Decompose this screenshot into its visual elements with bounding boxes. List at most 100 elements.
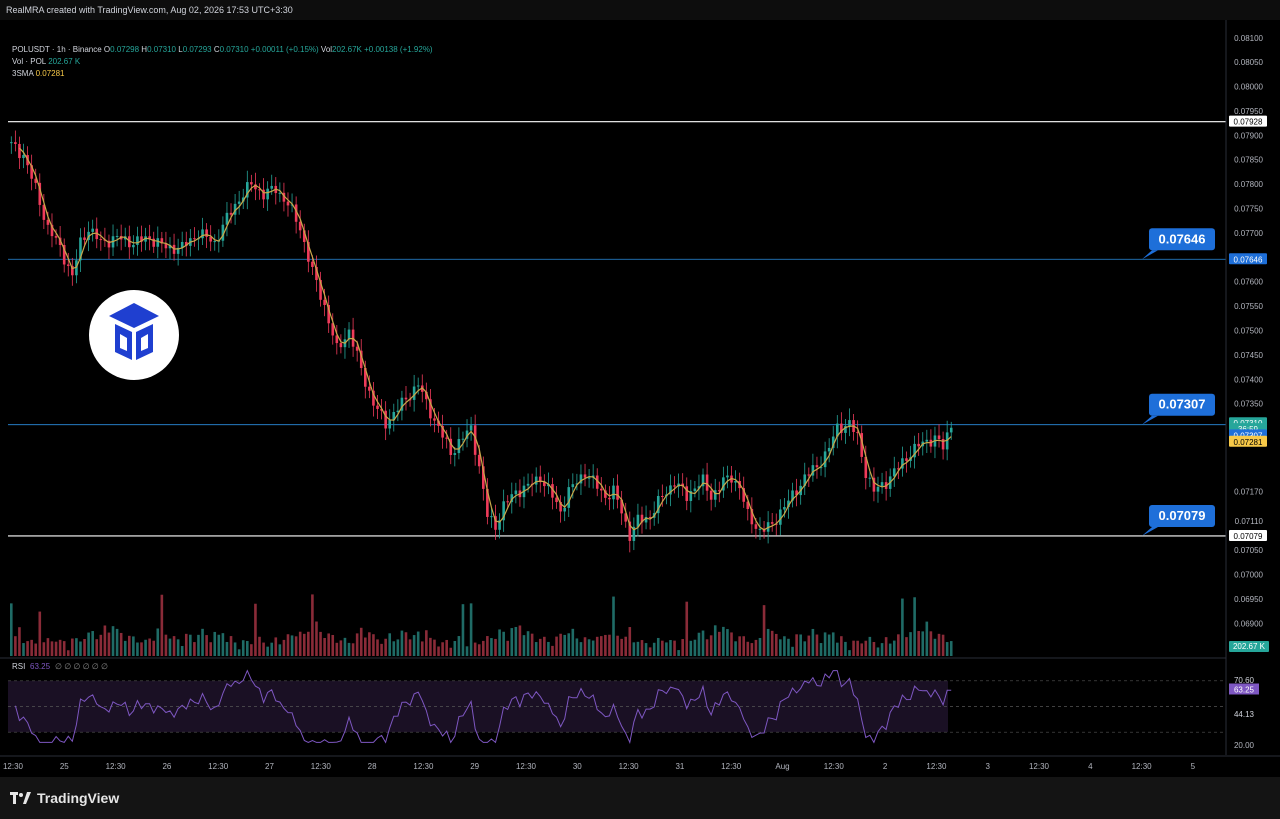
volume-bar xyxy=(534,642,538,656)
time-tick-label: 30 xyxy=(573,762,582,771)
volume-bar xyxy=(294,636,298,656)
volume-bar xyxy=(128,635,131,656)
candle-body xyxy=(376,405,379,409)
legend-vol-pol-label[interactable]: Vol · POL xyxy=(12,57,46,66)
candle-body xyxy=(807,474,811,476)
volume-bar xyxy=(136,642,139,656)
volume-bar xyxy=(278,644,282,656)
candle-body xyxy=(563,507,566,512)
volume-bar xyxy=(913,597,916,656)
time-tick-label: 29 xyxy=(470,762,479,771)
volume-bar xyxy=(233,642,237,656)
volume-bar xyxy=(738,636,741,656)
candle-body xyxy=(83,237,86,240)
volume-bar xyxy=(697,632,701,656)
volume-bar xyxy=(205,635,208,656)
candle-body xyxy=(600,488,603,491)
volume-bar xyxy=(526,631,530,656)
volume-bar xyxy=(551,645,554,656)
volume-bar xyxy=(656,637,660,656)
volume-bar xyxy=(315,621,318,656)
legend-sma-value: 0.07281 xyxy=(35,69,65,78)
volume-bar xyxy=(75,638,78,656)
volume-bar xyxy=(726,629,729,656)
time-tick-label: 5 xyxy=(1191,762,1196,771)
volume-bar xyxy=(50,641,54,656)
volume-bar xyxy=(266,646,269,656)
volume-bar xyxy=(453,641,457,656)
volume-bar xyxy=(880,643,884,656)
volume-bar xyxy=(469,603,473,656)
volume-bar xyxy=(937,633,941,656)
legend-symbol[interactable]: POLUSDT · 1h · Binance xyxy=(12,45,102,54)
volume-bar xyxy=(83,639,86,656)
volume-bar xyxy=(600,636,603,656)
volume-bar xyxy=(197,634,200,656)
chart-frame[interactable]: RSI 63.25 ∅ ∅ ∅ ∅ ∅ ∅ 0.08100 0.08050 0.0800… xyxy=(0,20,1280,777)
legend-open: 0.07298 xyxy=(110,45,140,54)
price-tick-label: 0.07400 xyxy=(1234,375,1263,384)
volume-bar xyxy=(685,601,689,656)
tradingview-logo[interactable]: TradingView xyxy=(10,790,119,806)
volume-bar xyxy=(445,639,448,656)
candle-body xyxy=(583,474,587,478)
time-tick-label: Aug xyxy=(775,762,789,771)
volume-bar xyxy=(26,641,29,656)
volume-bar xyxy=(302,633,306,656)
volume-bar xyxy=(579,642,583,656)
legend-ohlc-row: POLUSDT · 1h · Binance O0.07298 H0.07310… xyxy=(12,44,433,56)
volume-bar xyxy=(897,634,900,656)
volume-bar xyxy=(608,634,611,656)
candle-body xyxy=(54,236,58,238)
candle-body xyxy=(461,438,465,440)
volume-bar xyxy=(803,641,807,656)
time-tick-label: 27 xyxy=(265,762,274,771)
volume-bar xyxy=(156,628,160,656)
candle-body xyxy=(368,386,371,391)
price-tick-label: 0.07050 xyxy=(1234,546,1263,555)
volume-bar xyxy=(815,634,819,656)
volume-bar xyxy=(79,641,82,656)
volume-bar xyxy=(787,638,790,656)
volume-bar xyxy=(742,636,746,656)
candle-body xyxy=(286,201,290,206)
volume-bar xyxy=(624,636,628,656)
volume-bar xyxy=(14,636,17,656)
time-tick-label: 25 xyxy=(60,762,69,771)
volume-bar xyxy=(225,641,229,656)
volume-bar xyxy=(844,641,847,656)
volume-bar xyxy=(420,641,424,656)
volume-bar xyxy=(339,640,343,656)
volume-bar xyxy=(412,635,416,656)
legend-sma-label[interactable]: 3SMA xyxy=(12,69,33,78)
candle-body xyxy=(22,155,25,159)
cube-logo-icon xyxy=(109,303,159,360)
volume-bar xyxy=(148,638,151,656)
volume-bar xyxy=(473,642,477,656)
volume-bar xyxy=(221,633,225,656)
candle-body xyxy=(91,228,94,232)
volume-bar xyxy=(538,638,542,656)
volume-bar xyxy=(831,632,835,656)
volume-bar xyxy=(669,640,672,656)
price-tick-label: 0.06950 xyxy=(1234,595,1263,604)
candle-body xyxy=(555,497,558,503)
volume-bar xyxy=(482,640,485,656)
time-tick-label: 12:30 xyxy=(721,762,742,771)
volume-bar xyxy=(229,636,233,656)
volume-bar xyxy=(510,628,514,656)
volume-bar xyxy=(54,641,58,656)
candle-body xyxy=(115,235,119,237)
price-tick-label: 0.08050 xyxy=(1234,58,1263,67)
volume-bar xyxy=(400,630,404,656)
candle-body xyxy=(388,420,392,429)
candle-body xyxy=(201,229,204,239)
price-chart[interactable]: RSI 63.25 ∅ ∅ ∅ ∅ ∅ ∅ 0.08100 0.08050 0.0800… xyxy=(0,20,1280,777)
volume-bar xyxy=(905,637,908,656)
volume-bar xyxy=(620,638,623,656)
volume-bar xyxy=(665,642,668,656)
candle-body xyxy=(754,524,758,529)
candle-body xyxy=(99,239,103,241)
volume-bar xyxy=(522,635,526,656)
volume-bar xyxy=(87,632,90,656)
